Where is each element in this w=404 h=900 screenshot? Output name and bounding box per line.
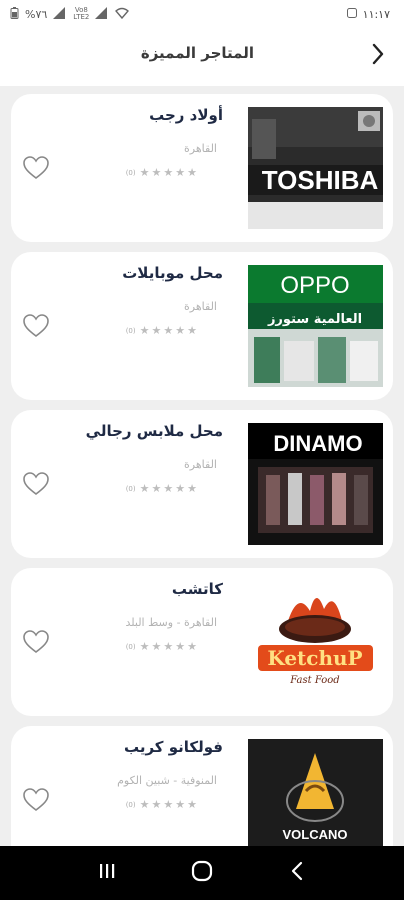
heart-outline-icon [23,788,49,816]
store-name: محل ملابس رجالي [85,422,223,440]
thumb-subtext: Fast Food [289,675,339,686]
home-icon [191,860,213,886]
store-name: محل موبايلات [122,264,223,282]
star-icon: ★ [175,798,186,811]
store-card[interactable]: KetchuP Fast Food كاتشب القاهرة - وسط ال… [11,568,393,716]
star-icon: ★ [187,640,197,653]
clock: ١١:١٧ [362,7,390,21]
rating: (0) ★ ★ ★ ★ ★ [126,799,197,810]
signal-icon [95,6,109,22]
system-nav-bar [0,846,404,900]
rating-count: (0) [125,484,136,493]
store-image: DINAMO [248,423,383,545]
store-image: VOLCANO [248,739,383,861]
favorite-button[interactable] [23,788,49,812]
store-location: القاهرة [184,300,217,313]
star-icon: ★ [175,166,186,179]
rating: (0) ★ ★ ★ ★ ★ [126,641,197,652]
star-icon: ★ [151,324,162,337]
rating-count: (0) [125,168,136,177]
store-card[interactable]: TOSHIBA أولاد رجب القاهرة (0) ★ ★ ★ ★ ★ [11,94,393,242]
rating: (0) ★ ★ ★ ★ ★ [126,325,197,336]
battery-level: %٧٦ [25,7,48,21]
store-name: فولكانو كريب [123,738,223,756]
store-location: القاهرة [184,142,217,155]
star-icon: ★ [187,324,197,337]
rating: (0) ★ ★ ★ ★ ★ [126,167,197,178]
star-icon: ★ [139,482,150,495]
star-icon: ★ [175,640,186,653]
rating-count: (0) [125,642,136,651]
star-icon: ★ [163,640,174,653]
favorite-button[interactable] [23,314,49,338]
thumb-text: TOSHIBA [262,165,379,195]
store-location: القاهرة - وسط البلد [125,616,217,629]
thumb-text: VOLCANO [283,827,348,842]
network-type: Vo8 LTE2 [73,6,90,21]
page-title: المتاجر المميزة [140,44,254,62]
favorite-button[interactable] [23,472,49,496]
star-icon: ★ [151,640,162,653]
star-icon: ★ [163,482,174,495]
status-right: ١١:١٧ [346,7,390,21]
status-bar: %٧٦ Vo8 LTE2 ١١:١٧ [0,0,404,28]
chevron-right-icon [371,43,385,69]
thumb-text: OPPO [280,272,349,299]
star-icon: ★ [151,482,162,495]
store-location: المنوفية - شبين الكوم [117,774,217,787]
home-button[interactable] [182,853,222,893]
heart-outline-icon [23,156,49,184]
star-icon: ★ [139,324,150,337]
star-icon: ★ [151,166,162,179]
wifi-icon [115,7,130,22]
back-icon [290,861,304,885]
store-image: KetchuP Fast Food [248,581,383,703]
star-icon: ★ [151,798,162,811]
star-icon: ★ [139,166,150,179]
rating-count: (0) [125,326,136,335]
star-icon: ★ [163,324,174,337]
thumb-text: DINAMO [273,431,362,456]
star-icon: ★ [187,166,197,179]
recents-button[interactable] [87,853,127,893]
rating: (0) ★ ★ ★ ★ ★ [126,483,197,494]
store-image: OPPO العالمية ستورز [248,265,383,387]
thumb-text: KetchuP [267,646,362,670]
back-button[interactable] [364,42,392,70]
heart-outline-icon [23,630,49,658]
thumb-subtext: العالمية ستورز [267,312,362,327]
star-icon: ★ [187,482,197,495]
store-name: كاتشب [171,580,223,598]
signal-icon [53,6,67,22]
heart-outline-icon [23,472,49,500]
favorite-button[interactable] [23,630,49,654]
favorite-button[interactable] [23,156,49,180]
star-icon: ★ [163,166,174,179]
store-list: TOSHIBA أولاد رجب القاهرة (0) ★ ★ ★ ★ ★ … [11,94,393,884]
battery-icon [10,6,19,22]
star-icon: ★ [163,798,174,811]
star-icon: ★ [187,798,197,811]
store-location: القاهرة [184,458,217,471]
rating-count: (0) [125,800,136,809]
store-name: أولاد رجب [149,106,223,124]
star-icon: ★ [139,798,150,811]
status-left: %٧٦ Vo8 LTE2 [10,6,130,22]
store-image: TOSHIBA [248,107,383,229]
star-icon: ★ [175,482,186,495]
app-header: المتاجر المميزة [0,28,404,86]
recents-icon [97,862,117,884]
store-card[interactable]: DINAMO محل ملابس رجالي القاهرة (0) ★ ★ ★… [11,410,393,558]
notification-icon [346,7,357,21]
back-nav-button[interactable] [277,853,317,893]
heart-outline-icon [23,314,49,342]
store-card[interactable]: OPPO العالمية ستورز محل موبايلات القاهرة… [11,252,393,400]
star-icon: ★ [139,640,150,653]
star-icon: ★ [175,324,186,337]
